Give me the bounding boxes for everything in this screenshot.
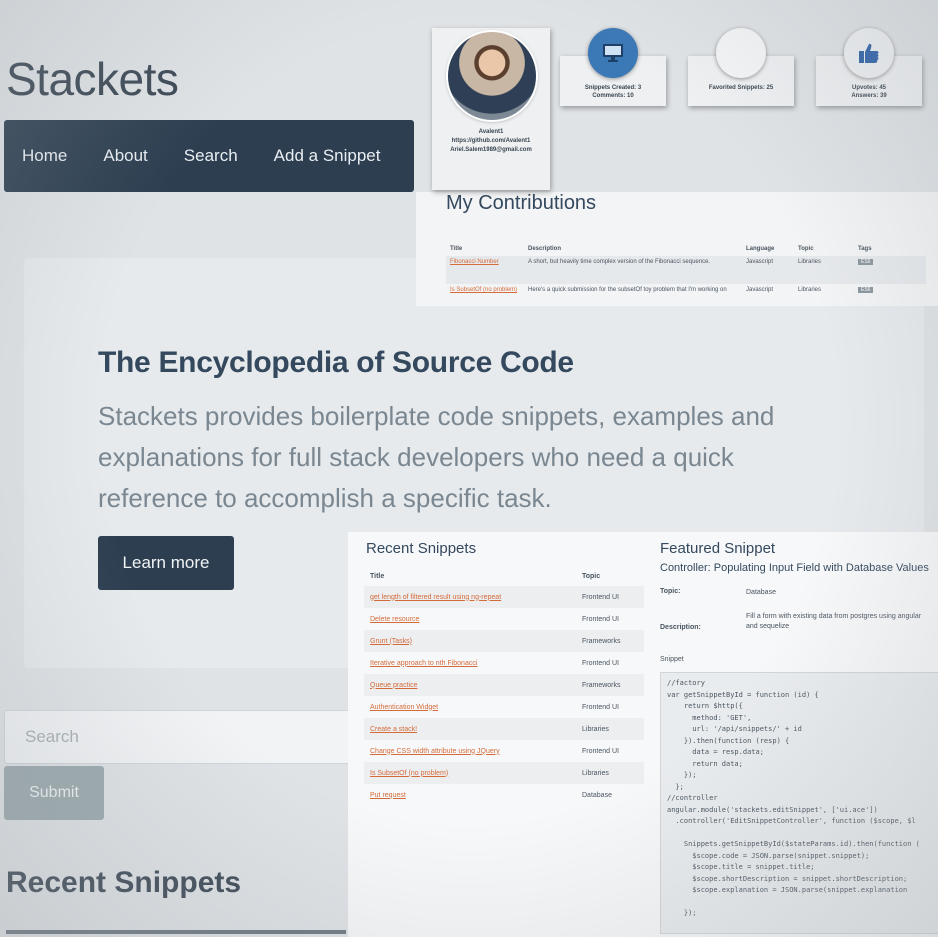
recent-snippets-table: Title Topic get length of filtered resul… — [364, 566, 644, 806]
thumbs-up-icon — [844, 28, 894, 78]
stat-card-favorited: Favorited Snippets: 25 — [688, 28, 794, 106]
table-row: Put request Database — [364, 784, 644, 806]
contribution-language: Javascript — [742, 256, 794, 284]
snippet-title-link[interactable]: Iterative approach to nth Fibonacci — [370, 660, 477, 667]
tag-badge[interactable]: ES6 — [858, 287, 874, 293]
search-input[interactable] — [4, 710, 364, 764]
snippet-topic: Frontend UI — [576, 586, 644, 608]
column-header: Title — [450, 246, 463, 252]
stat-created: Snippets Created: 3 — [584, 85, 642, 91]
snippet-topic: Frontend UI — [582, 747, 619, 755]
contribution-description: Here's a quick submission for the subset… — [528, 287, 727, 293]
profile-github[interactable]: https://github.com/Avalent1 — [436, 137, 546, 146]
snippet-title-link[interactable]: Authentication Widget — [370, 704, 438, 711]
table-row: Change CSS width attribute using JQuery F… — [364, 740, 644, 762]
snippet-title-link[interactable]: Delete resource — [370, 616, 419, 623]
table-row: Grunt (Tasks) Frameworks — [364, 630, 644, 652]
snippet-title-link[interactable]: Change CSS width attribute using JQuery — [370, 748, 500, 755]
snippet-topic: Frontend UI — [582, 703, 619, 711]
column-header: Topic — [798, 246, 814, 252]
tag-badge[interactable]: ES6 — [858, 259, 874, 265]
snippet-title-link[interactable]: Queue practice — [370, 682, 417, 689]
code-block[interactable]: //factory var getSnippetById = function … — [660, 672, 938, 934]
contributions-table: Title Description Language Topic Tags Fi… — [446, 242, 926, 306]
stat-upvotes: Upvotes: 45 — [851, 85, 886, 91]
contribution-topic: Libraries — [798, 287, 822, 293]
profile-email[interactable]: Ariel.Salem1989@gmail.com — [436, 146, 546, 155]
contribution-language: Javascript — [746, 287, 774, 293]
main-navbar: Home About Search Add a Snippet — [4, 120, 414, 192]
table-row: Queue practice Frameworks — [364, 674, 644, 696]
learn-more-button[interactable]: Learn more — [98, 536, 234, 590]
snippet-title-link[interactable]: Grunt (Tasks) — [370, 638, 412, 645]
monitor-icon — [588, 28, 638, 78]
jumbotron-title: The Encyclopedia of Source Code — [98, 346, 574, 379]
profile-name: Avalent1 — [478, 129, 504, 135]
snippet-topic: Frontend UI — [582, 659, 619, 667]
snippet-topic: Frontend UI — [582, 615, 619, 623]
featured-snippet-title: Featured Snippet — [660, 540, 776, 557]
brand[interactable]: Stackets — [6, 52, 179, 106]
description-label: Description: — [660, 624, 701, 631]
snippet-title-link[interactable]: get length of filtered result using ng-r… — [370, 594, 501, 601]
column-header: Tags — [858, 246, 872, 252]
table-row: Is SubsetOf (no problem) Libraries — [364, 762, 644, 784]
contribution-description: A short, but heavily time complex versio… — [524, 256, 742, 284]
table-row: Authentication Widget Frontend UI — [364, 696, 644, 718]
stat-card-votes: Upvotes: 45 Answers: 39 — [816, 28, 922, 106]
featured-snippet-subtitle: Controller: Populating Input Field with … — [660, 562, 929, 574]
profile-info: Avalent1 https://github.com/Avalent1 Ari… — [436, 128, 546, 155]
stat-answers: Answers: 39 — [851, 93, 887, 99]
star-icon — [716, 28, 766, 78]
column-header: Description — [528, 246, 562, 252]
snippet-topic: Libraries — [576, 762, 644, 784]
snippets-panel: Recent Snippets Title Topic get length o… — [348, 532, 938, 937]
snippet-title-link[interactable]: Put request — [370, 792, 406, 799]
snippet-topic: Frameworks — [576, 630, 644, 652]
table-row: Iterative approach to nth Fibonacci Front… — [364, 652, 644, 674]
nav-search[interactable]: Search — [166, 146, 256, 166]
contribution-topic: Libraries — [794, 256, 854, 284]
snippet-title-link[interactable]: Create a stack! — [370, 726, 417, 733]
topic-value: Database — [746, 589, 776, 596]
topic-label: Topic: — [660, 588, 681, 595]
stat-card-created: Snippets Created: 3 Comments: 10 — [560, 28, 666, 106]
recent-snippets-title: Recent Snippets — [366, 540, 477, 557]
nav-home[interactable]: Home — [4, 146, 85, 166]
stat-comments: Comments: 10 — [592, 93, 634, 99]
jumbotron-text: Stackets provides boilerplate code snipp… — [98, 401, 775, 513]
column-header: Language — [746, 246, 775, 252]
table-row: Delete resource Frontend UI — [364, 608, 644, 630]
table-row: Create a stack! Libraries — [364, 718, 644, 740]
profile-card: Avalent1 https://github.com/Avalent1 Ari… — [432, 28, 550, 190]
table-header-divider — [6, 930, 346, 934]
snippet-topic: Frameworks — [576, 674, 644, 696]
contributions-panel: My Contributions Title Description Langu… — [416, 192, 938, 306]
table-row: Fibonacci Number A short, but heavily ti… — [446, 256, 926, 284]
snippet-title-link[interactable]: Is SubsetOf (no problem) — [370, 770, 448, 777]
nav-add-snippet[interactable]: Add a Snippet — [256, 146, 399, 166]
snippet-topic: Libraries — [576, 718, 644, 740]
description-value: Fill a form with existing data from post… — [746, 613, 922, 630]
nav-about[interactable]: About — [85, 146, 165, 166]
recent-snippets-heading: Recent Snippets — [6, 866, 242, 899]
snippet-label: Snippet — [660, 656, 684, 663]
submit-button[interactable]: Submit — [4, 766, 104, 820]
column-header: Topic — [582, 572, 601, 580]
contribution-title-link[interactable]: Fibonacci Number — [450, 259, 499, 265]
table-row: get length of filtered result using ng-r… — [364, 586, 644, 608]
stat-favorited: Favorited Snippets: 25 — [708, 85, 774, 91]
contributions-title: My Contributions — [446, 192, 597, 214]
contribution-title-link[interactable]: Is SubsetOf (no problem) — [450, 287, 517, 293]
avatar — [448, 32, 536, 120]
column-header: Title — [370, 572, 385, 580]
table-row: Is SubsetOf (no problem) Here's a quick … — [446, 284, 926, 306]
snippet-topic: Database — [582, 791, 612, 799]
